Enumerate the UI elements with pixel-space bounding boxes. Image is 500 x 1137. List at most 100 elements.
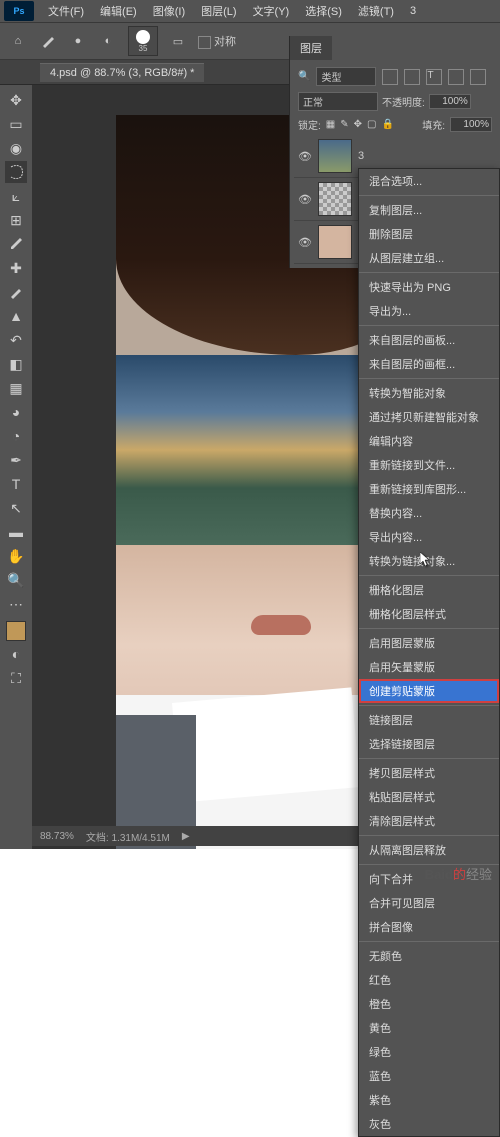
context-menu-item[interactable]: 重新链接到库图形...	[359, 477, 499, 501]
context-menu-item[interactable]: 紫色	[359, 1088, 499, 1112]
stamp-tool[interactable]: ▲	[5, 305, 27, 327]
context-menu-item[interactable]: 来自图层的画板...	[359, 328, 499, 352]
menu-filter[interactable]: 滤镜(T)	[352, 1, 400, 21]
menu-image[interactable]: 图像(I)	[147, 1, 191, 21]
blur-tool[interactable]: ◕	[5, 401, 27, 423]
context-menu-item[interactable]: 复制图层...	[359, 198, 499, 222]
opacity-value[interactable]: 100%	[429, 94, 471, 109]
context-menu-item[interactable]: 导出内容...	[359, 525, 499, 549]
visibility-icon[interactable]: 👁	[298, 235, 312, 249]
fill-value[interactable]: 100%	[450, 117, 492, 132]
brush-panel-icon[interactable]: ▭	[168, 31, 188, 51]
context-menu-item[interactable]: 从隔离图层释放	[359, 838, 499, 862]
context-menu-item[interactable]: 红色	[359, 968, 499, 992]
context-menu-item[interactable]: 来自图层的画框...	[359, 352, 499, 376]
visibility-icon[interactable]: 👁	[298, 192, 312, 206]
screen-mode-tool[interactable]: ⛶	[5, 667, 27, 689]
zoom-tool[interactable]: 🔍	[5, 569, 27, 591]
menu-file[interactable]: 文件(F)	[42, 1, 90, 21]
context-menu-item[interactable]: 转换为智能对象	[359, 381, 499, 405]
visibility-icon[interactable]: 👁	[298, 149, 312, 163]
filter-type-select[interactable]: 类型	[316, 67, 376, 86]
lock-transparent-icon[interactable]: ▦	[326, 119, 335, 130]
filter-type-icon[interactable]: T	[426, 69, 442, 85]
search-icon[interactable]: 🔍	[298, 71, 310, 82]
brush-tool[interactable]	[5, 281, 27, 303]
crop-tool[interactable]: ⟀	[5, 185, 27, 207]
history-brush-tool[interactable]: ↶	[5, 329, 27, 351]
symmetry-option[interactable]: 对称	[198, 33, 236, 49]
eraser-tool[interactable]: ◧	[5, 353, 27, 375]
brush-settings-icon[interactable]: ◐	[98, 31, 118, 51]
context-menu-item[interactable]: 编辑内容	[359, 429, 499, 453]
pen-tool[interactable]: ✒	[5, 449, 27, 471]
filter-shape-icon[interactable]	[448, 69, 464, 85]
menu-select[interactable]: 选择(S)	[299, 1, 348, 21]
menu-3d[interactable]: 3	[404, 3, 422, 19]
context-menu-item[interactable]: 选择链接图层	[359, 732, 499, 756]
context-menu-item[interactable]: 灰色	[359, 1112, 499, 1136]
document-tab[interactable]: 4.psd @ 88.7% (3, RGB/8#) *	[40, 63, 204, 82]
quick-select-tool[interactable]	[5, 161, 27, 183]
tool-preset-icon[interactable]	[38, 31, 58, 51]
context-menu-item[interactable]: 通过拷贝新建智能对象	[359, 405, 499, 429]
context-menu-item[interactable]: 启用矢量蒙版	[359, 655, 499, 679]
context-menu-item[interactable]: 重新链接到文件...	[359, 453, 499, 477]
menu-layer[interactable]: 图层(L)	[195, 1, 242, 21]
panel-tab-layers[interactable]: 图层	[290, 36, 332, 60]
quick-mask-tool[interactable]: ◐	[5, 643, 27, 665]
eyedropper-tool[interactable]	[5, 233, 27, 255]
chevron-right-icon[interactable]: ▶	[182, 831, 190, 842]
context-menu-item[interactable]: 清除图层样式	[359, 809, 499, 833]
context-menu-item[interactable]: 从图层建立组...	[359, 246, 499, 270]
context-menu-item[interactable]: 橙色	[359, 992, 499, 1016]
brush-preview[interactable]: 35	[128, 26, 158, 56]
layer-name[interactable]: 3	[358, 150, 364, 162]
doc-info[interactable]: 文档: 1.31M/4.51M	[86, 829, 170, 844]
context-menu-item[interactable]: 启用图层蒙版	[359, 631, 499, 655]
type-tool[interactable]: T	[5, 473, 27, 495]
context-menu-item[interactable]: 快速导出为 PNG	[359, 275, 499, 299]
filter-adjust-icon[interactable]	[404, 69, 420, 85]
context-menu-item[interactable]: 合并可见图层	[359, 891, 499, 915]
brush-icon[interactable]: ●	[68, 31, 88, 51]
hand-tool[interactable]: ✋	[5, 545, 27, 567]
shape-tool[interactable]: ▬	[5, 521, 27, 543]
context-menu-item[interactable]: 删除图层	[359, 222, 499, 246]
context-menu-item[interactable]: 绿色	[359, 1040, 499, 1064]
context-menu-item[interactable]: 粘贴图层样式	[359, 785, 499, 809]
context-menu-item[interactable]: 栅格化图层样式	[359, 602, 499, 626]
dodge-tool[interactable]: ◔	[5, 425, 27, 447]
context-menu-item[interactable]: 拼合图像	[359, 915, 499, 939]
filter-smart-icon[interactable]	[470, 69, 486, 85]
context-menu-item[interactable]: 黄色	[359, 1016, 499, 1040]
lock-pixels-icon[interactable]: ✎	[340, 119, 348, 130]
gradient-tool[interactable]: ▦	[5, 377, 27, 399]
context-menu-item[interactable]: 创建剪贴蒙版	[359, 679, 499, 703]
blend-mode-select[interactable]: 正常	[298, 92, 378, 111]
healing-tool[interactable]: ✚	[5, 257, 27, 279]
lock-all-icon[interactable]: 🔒	[381, 119, 393, 130]
lock-position-icon[interactable]: ✥	[354, 119, 362, 130]
context-menu-item[interactable]: 无颜色	[359, 944, 499, 968]
home-icon[interactable]: ⌂	[8, 31, 28, 51]
context-menu-item[interactable]: 链接图层	[359, 708, 499, 732]
context-menu-item[interactable]: 拷贝图层样式	[359, 761, 499, 785]
menu-edit[interactable]: 编辑(E)	[94, 1, 143, 21]
frame-tool[interactable]: ⊞	[5, 209, 27, 231]
menu-type[interactable]: 文字(Y)	[247, 1, 296, 21]
lock-artboard-icon[interactable]: ▢	[367, 119, 376, 130]
lasso-tool[interactable]: ◉	[5, 137, 27, 159]
filter-pixel-icon[interactable]	[382, 69, 398, 85]
move-tool[interactable]: ✥	[5, 89, 27, 111]
context-menu-item[interactable]: 转换为链接对象...	[359, 549, 499, 573]
marquee-tool[interactable]: ▭	[5, 113, 27, 135]
context-menu-item[interactable]: 导出为...	[359, 299, 499, 323]
path-tool[interactable]: ↖	[5, 497, 27, 519]
context-menu-item[interactable]: 混合选项...	[359, 169, 499, 193]
context-menu-item[interactable]: 栅格化图层	[359, 578, 499, 602]
edit-toolbar[interactable]: ⋯	[5, 593, 27, 615]
foreground-swatch[interactable]	[6, 621, 26, 641]
context-menu-item[interactable]: 替换内容...	[359, 501, 499, 525]
context-menu-item[interactable]: 蓝色	[359, 1064, 499, 1088]
